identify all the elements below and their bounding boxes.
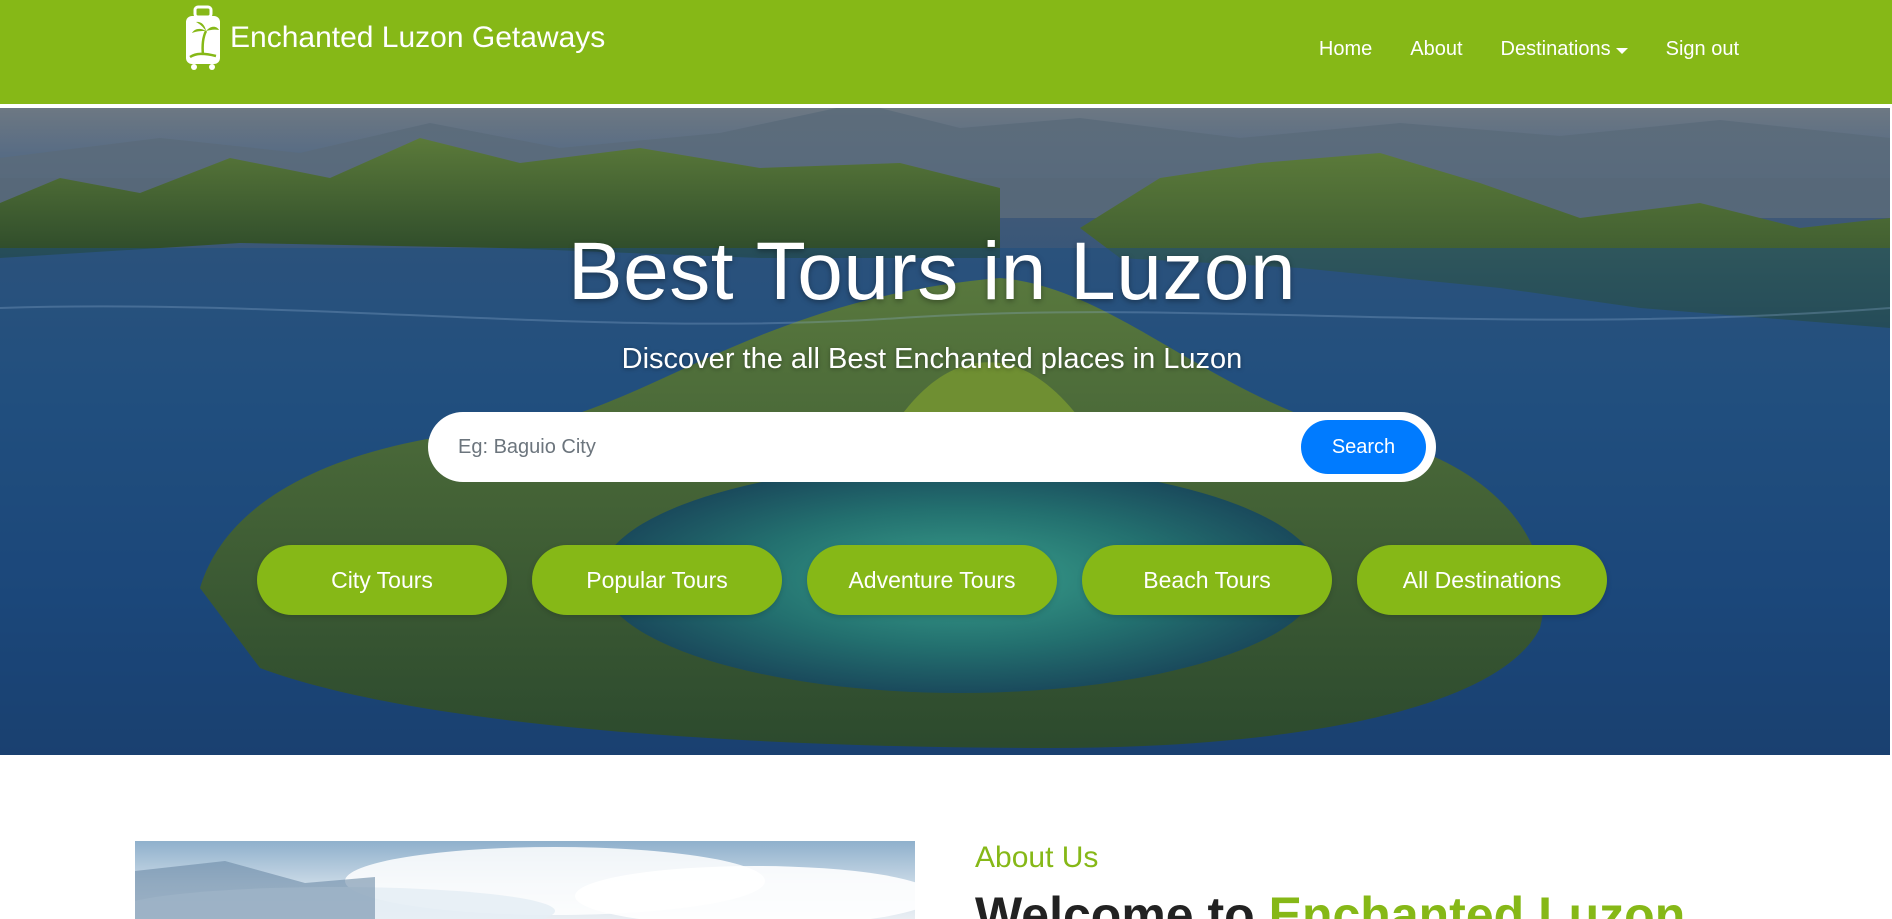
nav-link-label: Destinations (1500, 38, 1611, 60)
all-destinations-button[interactable]: All Destinations (1357, 545, 1607, 615)
hero-subtitle: Discover the all Best Enchanted places i… (621, 343, 1243, 375)
nav-link-label: About (1410, 38, 1463, 60)
nav-link-about[interactable]: About (1410, 38, 1462, 61)
nav-link-label: Sign out (1665, 38, 1739, 60)
nav-link-label: Home (1318, 38, 1373, 60)
main-nav: Home About Destinations Sign out (1281, 38, 1739, 61)
popular-tours-button[interactable]: Popular Tours (532, 545, 782, 615)
navbar: Enchanted Luzon Getaways Home About Dest… (0, 0, 1892, 104)
search-bar: Search (428, 412, 1436, 482)
caret-down-icon (1615, 47, 1628, 54)
search-button[interactable]: Search (1301, 420, 1426, 474)
about-heading: Welcome to Enchanted Luzon (975, 885, 1685, 919)
clouds-image (135, 847, 915, 919)
adventure-tours-button[interactable]: Adventure Tours (807, 545, 1057, 615)
hero-section: Best Tours in Luzon Discover the all Bes… (0, 108, 1890, 755)
brand-name: Enchanted Luzon Getaways (230, 21, 606, 54)
nav-link-home[interactable]: Home (1319, 38, 1372, 61)
nav-dropdown-destinations[interactable]: Destinations (1501, 38, 1628, 61)
tour-category-buttons: City Tours Popular Tours Adventure Tours… (257, 545, 1632, 615)
about-image (135, 841, 915, 919)
about-heading-prefix: Welcome to (975, 887, 1269, 919)
search-input[interactable] (458, 427, 1301, 467)
nav-link-sign-out[interactable]: Sign out (1666, 38, 1739, 61)
beach-tours-button[interactable]: Beach Tours (1082, 545, 1332, 615)
luggage-palm-logo-icon (186, 5, 220, 70)
about-heading-accent: Enchanted Luzon (1268, 887, 1686, 919)
city-tours-button[interactable]: City Tours (257, 545, 507, 615)
hero-title: Best Tours in Luzon (567, 226, 1297, 317)
about-section-label: About Us (975, 841, 1099, 874)
brand[interactable]: Enchanted Luzon Getaways (184, 5, 605, 71)
